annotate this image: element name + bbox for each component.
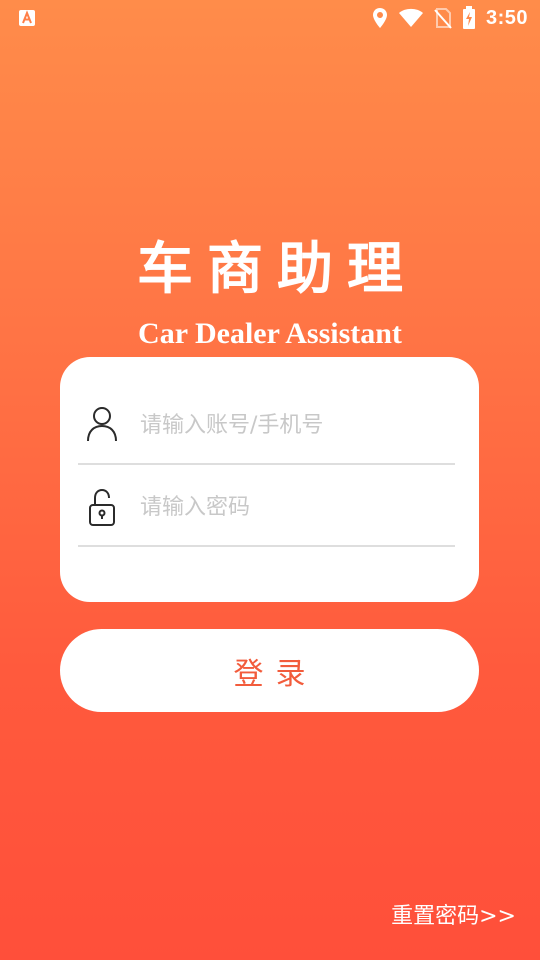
no-sim-icon bbox=[434, 8, 452, 29]
app-title-cn: 车商助理 bbox=[137, 237, 417, 302]
password-field bbox=[78, 467, 455, 547]
status-time: 3:50 bbox=[485, 6, 528, 29]
user-icon bbox=[87, 407, 117, 442]
login-button[interactable]: 登录 bbox=[60, 629, 479, 712]
account-input[interactable] bbox=[140, 407, 440, 443]
lock-icon bbox=[89, 488, 115, 526]
login-card bbox=[60, 357, 479, 602]
status-icons: 3:50 bbox=[372, 4, 528, 32]
wifi-icon bbox=[398, 8, 423, 27]
android-a-icon bbox=[19, 10, 35, 26]
password-input[interactable] bbox=[140, 489, 440, 525]
account-field bbox=[78, 385, 455, 465]
status-bar: 3:50 bbox=[0, 0, 540, 36]
location-icon bbox=[372, 8, 387, 28]
reset-password-link[interactable]: 重置密码>> bbox=[391, 902, 516, 932]
battery-charging-icon bbox=[462, 6, 475, 29]
app-title-en: Car Dealer Assistant bbox=[138, 317, 402, 350]
